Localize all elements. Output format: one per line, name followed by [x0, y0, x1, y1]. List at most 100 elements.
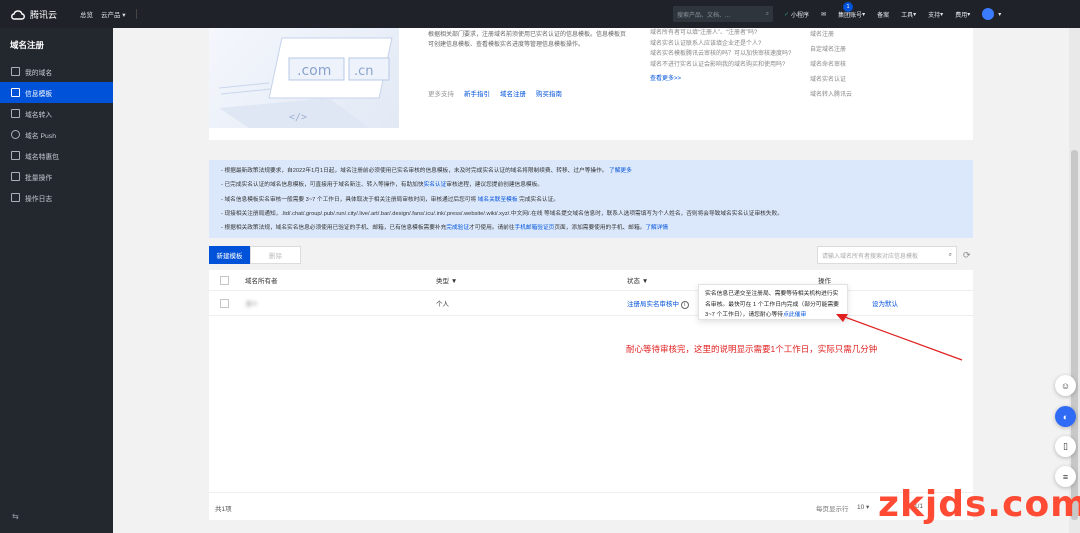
illus-com-text: .com	[297, 63, 331, 79]
delete-button[interactable]: 删除	[250, 246, 301, 264]
top-right-menu: ✓ 小程序 ✉ 集团账号 ▾ 备案 工具 ▾ 支持 ▾ 费用 ▾ ▾ 1	[784, 0, 1013, 28]
cloud-logo-icon	[11, 9, 25, 20]
global-search-input[interactable]: 搜索产品、文档、... ⌕	[673, 6, 773, 22]
status-cell[interactable]: 注册局实名审核中 i	[627, 298, 689, 309]
search-icon[interactable]: ⌕	[949, 252, 952, 259]
col-status[interactable]: 状态 ▼	[627, 275, 648, 285]
notice-line: - 域名信息模板实名审核一般需要 3~7 个工作日，具体取决于相关注册局审核时间…	[221, 196, 559, 203]
faq-more-link[interactable]: 查看更多>>	[650, 74, 800, 85]
per-page-label: 每页显示行	[816, 506, 849, 513]
domain-icon	[11, 67, 20, 76]
select-all-checkbox[interactable]	[220, 275, 229, 285]
mini-program-link[interactable]: ✓ 小程序	[784, 10, 809, 19]
verify-link[interactable]: 完成验证	[446, 225, 469, 231]
svg-text:</>: </>	[289, 112, 307, 123]
nav-overview[interactable]: 总览	[80, 9, 93, 19]
divider	[135, 9, 137, 19]
new-template-button[interactable]: 新建模板	[209, 246, 250, 264]
owner-cell: 潘叶	[245, 301, 258, 308]
group-account-menu[interactable]: 集团账号 ▾	[838, 10, 865, 19]
check-circle-icon: ✓	[784, 11, 790, 18]
batch-icon	[11, 172, 20, 181]
faq-side-list: 域名注册 自定域名注册 域名命名审核 域名实名认证 域名转入腾讯云	[810, 28, 910, 103]
search-icon[interactable]: ⌕	[766, 11, 769, 18]
support-menu[interactable]: 支持 ▾	[928, 10, 943, 19]
smile-feedback-icon[interactable]: ☺	[1055, 375, 1076, 396]
filter-icon[interactable]: ▼	[451, 278, 457, 285]
urge-review-link[interactable]: 点此催审	[783, 312, 806, 318]
guide-link[interactable]: 新手指引	[464, 88, 490, 98]
user-menu[interactable]: ▾	[982, 8, 1001, 20]
notice-line: - 已完成实名认证的域名信息模板，可直接用于域名新注、转入等操作，有助加快实名认…	[221, 182, 543, 189]
more-support-label: 更多支持	[428, 91, 454, 98]
table-header: 域名所有者 类型 ▼ 状态 ▼ 操作	[209, 270, 973, 291]
faq-side-item[interactable]: 域名实名认证	[810, 73, 910, 88]
refresh-icon[interactable]: ⟳	[963, 250, 971, 261]
total-count: 共1项	[215, 506, 232, 513]
intro-card: .com .cn </> 根据相关部门要求，注册域名前须使用已实名认证的信息模板…	[209, 28, 973, 140]
purchase-guide-link[interactable]: 购买指南	[536, 88, 562, 98]
intro-links: 更多支持 新手指引 域名注册 购买指南	[428, 88, 572, 98]
log-icon	[11, 193, 20, 202]
register-link[interactable]: 域名注册	[500, 88, 526, 98]
bundle-icon	[11, 151, 20, 160]
illustration: .com .cn </>	[209, 28, 399, 128]
headset-support-icon[interactable]: ◐	[1055, 406, 1076, 427]
notice-line: - 现接相关注册局通知，.ltd/.chat/.group/.pub/.run/…	[221, 210, 783, 217]
template-search-input[interactable]: 请输入域名所有者搜索对应信息模板 ⌕	[817, 246, 957, 264]
faq-list: 域名所有者可以填“注册人”、“注册者”吗? 域名实名认证联系人应该填企业还是个人…	[650, 28, 800, 85]
faq-item[interactable]: 域名实名模板腾讯云审核的吗？可以加快审核速度吗?	[650, 49, 800, 60]
phone-email-verify-link[interactable]: 手机邮箱验证页	[515, 225, 555, 231]
faq-side-item[interactable]: 域名转入腾讯云	[810, 88, 910, 103]
push-icon	[11, 130, 20, 139]
notice-banner: - 根据最新政策法规要求，自2022年1月1日起，域名注册前必须使用已实名审核的…	[209, 160, 973, 238]
filter-icon[interactable]: ▼	[642, 278, 648, 285]
faq-side-item[interactable]: 域名注册	[810, 28, 910, 43]
template-icon	[11, 88, 20, 97]
avatar	[982, 8, 995, 20]
sidebar-title: 域名注册	[10, 40, 45, 50]
sidebar-item-my-domains[interactable]: 我的域名	[0, 61, 113, 82]
faq-item[interactable]: 域名所有者可以填“注册人”、“注册者”吗?	[650, 28, 800, 39]
details-link[interactable]: 了解详情	[645, 225, 668, 231]
billing-menu[interactable]: 费用 ▾	[955, 10, 970, 19]
notice-line: - 根据最新政策法规要求，自2022年1月1日起，域名注册前必须使用已实名审核的…	[221, 168, 632, 174]
associate-template-link[interactable]: 域名关联至模板	[478, 197, 518, 203]
sidebar-item-logs[interactable]: 操作日志	[0, 187, 113, 208]
set-default-link[interactable]: 设为默认	[872, 298, 898, 308]
type-cell: 个人	[436, 301, 449, 308]
learn-more-link[interactable]: 了解更多	[609, 168, 632, 174]
book-docs-icon[interactable]: ▯	[1055, 436, 1076, 457]
brand-name: 腾讯云	[30, 9, 58, 20]
beian-link[interactable]: 备案	[877, 10, 889, 19]
per-page-select[interactable]: 10 ▾	[857, 503, 869, 511]
row-checkbox[interactable]	[220, 298, 229, 308]
real-name-link[interactable]: 实名认证	[424, 182, 447, 188]
status-tooltip: 实名信息已递交至注册局、需要等待相关机构进行实名审核。最快可在 1 个工作日内完…	[698, 284, 848, 320]
faq-item[interactable]: 域名实名认证联系人应该填企业还是个人?	[650, 39, 800, 50]
info-icon[interactable]: i	[680, 300, 689, 309]
collapse-sidebar-icon[interactable]: ⇆	[12, 512, 19, 521]
watermark: zkjds.com	[878, 484, 1080, 525]
sidebar: 域名注册 我的域名 信息模板 域名转入 域名 Push 域名特惠包 批量操作 操…	[0, 28, 113, 533]
brand-logo[interactable]: 腾讯云	[0, 8, 72, 21]
mail-icon[interactable]: ✉	[821, 11, 826, 18]
faq-side-item[interactable]: 域名命名审核	[810, 58, 910, 73]
faq-side-item[interactable]: 自定域名注册	[810, 43, 910, 58]
message-badge: 1	[843, 2, 853, 12]
sidebar-item-bundle[interactable]: 域名特惠包	[0, 145, 113, 166]
scrollbar-thumb[interactable]	[1071, 150, 1078, 520]
template-table: 域名所有者 类型 ▼ 状态 ▼ 操作 潘叶 个人 注册局实名审核中 i 设为默认…	[209, 270, 973, 520]
sidebar-item-transfer-in[interactable]: 域名转入	[0, 103, 113, 124]
annotation-arrow	[836, 314, 963, 361]
col-owner: 域名所有者	[245, 278, 278, 285]
tools-menu[interactable]: 工具 ▾	[901, 10, 916, 19]
sidebar-item-push[interactable]: 域名 Push	[0, 124, 113, 145]
laptop-illustration: .com .cn </>	[218, 37, 393, 128]
nav-products[interactable]: 云产品 ▾	[101, 9, 126, 19]
col-type[interactable]: 类型 ▼	[436, 275, 457, 285]
sidebar-item-batch[interactable]: 批量操作	[0, 166, 113, 187]
faq-item[interactable]: 域名不进行实名认证会影响我的域名购买和使用吗?	[650, 60, 800, 71]
illus-cn-text: .cn	[354, 64, 374, 79]
sidebar-item-info-template[interactable]: 信息模板	[0, 82, 113, 103]
